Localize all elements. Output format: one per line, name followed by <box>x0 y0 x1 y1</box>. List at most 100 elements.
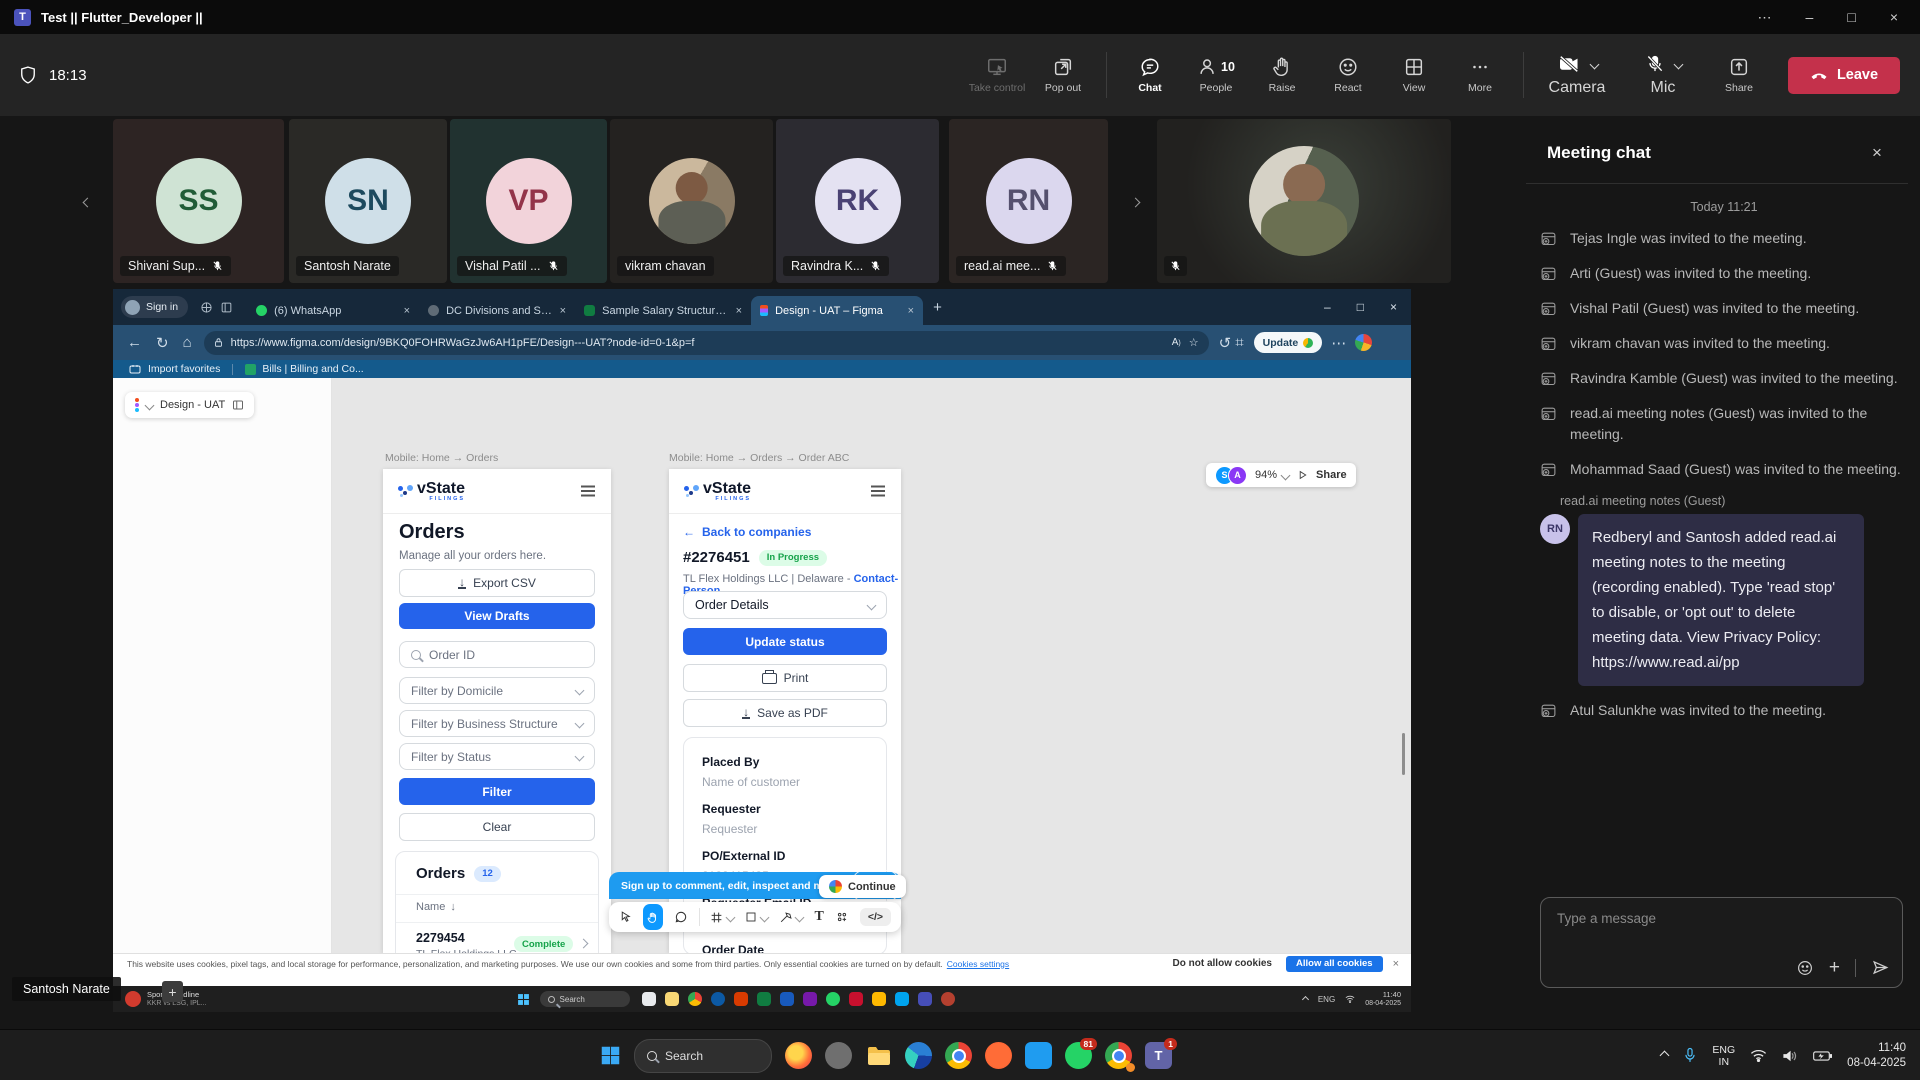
app-icon[interactable] <box>825 1042 852 1069</box>
volume-icon[interactable] <box>1782 1049 1798 1063</box>
camera-button[interactable]: Camera <box>1534 53 1620 97</box>
browser-icon[interactable] <box>1105 1042 1132 1069</box>
view-button[interactable]: View <box>1381 56 1447 94</box>
chat-composer[interactable]: Type a message + <box>1540 897 1903 988</box>
extensions-icon[interactable]: ⌗ <box>1235 334 1243 351</box>
mic-chevron-icon[interactable] <box>1673 59 1683 69</box>
refresh-icon[interactable]: ↻ <box>156 334 169 352</box>
mic-button[interactable]: Mic <box>1620 53 1706 97</box>
filter-button[interactable]: Filter <box>399 778 595 805</box>
hand-tool-icon[interactable] <box>643 904 663 930</box>
scroll-tiles-right-button[interactable] <box>1122 185 1148 219</box>
close-button[interactable]: × <box>1890 9 1898 25</box>
back-icon[interactable]: ← <box>127 334 142 351</box>
frame-tool-icon[interactable] <box>710 911 734 924</box>
browser-minimize-button[interactable]: – <box>1324 300 1331 314</box>
tab-close-icon[interactable]: × <box>908 305 914 317</box>
inner-wifi-icon[interactable] <box>1345 995 1355 1003</box>
browser-signin-button[interactable]: Sign in <box>121 296 188 318</box>
react-button[interactable]: React <box>1315 56 1381 94</box>
leave-button[interactable]: Leave <box>1788 57 1900 94</box>
code-view-toggle[interactable]: </> <box>860 908 891 926</box>
cookie-settings-link[interactable]: Cookies settings <box>947 959 1009 969</box>
browser-tab-dc-divisions[interactable]: DC Divisions and Surroundings × <box>419 296 575 325</box>
maximize-button[interactable]: □ <box>1847 9 1855 25</box>
clear-button[interactable]: Clear <box>399 813 595 841</box>
browser-tab-whatsapp[interactable]: (6) WhatsApp × <box>247 296 419 325</box>
chat-close-icon[interactable]: × <box>1872 143 1882 163</box>
participant-tile[interactable]: vikram chavan <box>610 119 773 283</box>
frame1-breadcrumb[interactable]: Mobile: Home → Orders <box>385 452 498 464</box>
tab-actions-icon[interactable] <box>220 301 233 314</box>
back-to-companies-link[interactable]: ← Back to companies <box>683 525 811 539</box>
filter-status-dropdown[interactable]: Filter by Status <box>399 743 595 770</box>
frame2-breadcrumb[interactable]: Mobile: Home → Orders → Order ABC <box>669 452 849 464</box>
presenter-tag-add-button[interactable]: + <box>162 981 183 1002</box>
news-widget-icon[interactable] <box>125 991 141 1007</box>
shape-tool-icon[interactable] <box>745 911 768 923</box>
order-details-dropdown[interactable]: Order Details <box>683 591 887 619</box>
send-message-icon[interactable] <box>1871 958 1890 977</box>
url-field[interactable]: https://www.figma.com/design/9BKQ0FOHRWa… <box>204 331 1209 355</box>
brave-icon[interactable] <box>985 1042 1012 1069</box>
inner-app-icon[interactable] <box>849 992 863 1006</box>
inner-clock-date[interactable]: 08-04-2025 <box>1365 999 1401 1008</box>
participant-tile[interactable]: SS Shivani Sup... <box>113 119 284 283</box>
chat-button[interactable]: Chat <box>1117 56 1183 94</box>
browser-update-button[interactable]: Update <box>1254 332 1323 353</box>
comment-tool-icon[interactable] <box>674 910 688 924</box>
inner-app-icon[interactable] <box>642 992 656 1006</box>
browser-tab-salary-sheet[interactable]: Sample Salary Structure with calc × <box>575 296 751 325</box>
tab-close-icon[interactable]: × <box>736 305 742 317</box>
figma-share-button[interactable]: Share <box>1316 469 1347 481</box>
inner-app-icon[interactable] <box>734 992 748 1006</box>
chat-message-list[interactable]: Today 11:21 Tejas Ingle was invited to t… <box>1540 200 1908 721</box>
canvas-scrollbar[interactable] <box>1402 733 1405 775</box>
google-continue-button[interactable]: Continue <box>819 875 906 898</box>
whatsapp-icon[interactable]: 81 <box>1065 1042 1092 1069</box>
minimize-button[interactable]: – <box>1806 9 1814 25</box>
print-button[interactable]: Print <box>683 664 887 692</box>
name-column-header[interactable]: Name <box>416 901 445 913</box>
participant-tile[interactable]: RK Ravindra K... <box>776 119 939 283</box>
participant-tile[interactable]: RN read.ai mee... <box>949 119 1108 283</box>
import-favorites-label[interactable]: Import favorites <box>148 363 220 375</box>
save-as-pdf-button[interactable]: ↓ Save as PDF <box>683 699 887 727</box>
vscode-icon[interactable] <box>1025 1042 1052 1069</box>
inner-start-button[interactable] <box>517 993 530 1006</box>
figma-doc-pill[interactable]: Design - UAT <box>125 392 254 418</box>
figma-canvas[interactable]: Design - UAT Mobile: Home → Orders Mobil… <box>113 378 1411 953</box>
tab-workspaces-icon[interactable] <box>200 301 213 314</box>
people-button[interactable]: 10 People <box>1183 56 1249 94</box>
bookmark-label[interactable]: Bills | Billing and Co... <box>262 363 363 375</box>
titlebar-more-icon[interactable]: ⋯ <box>1758 9 1772 26</box>
inner-lang-label[interactable]: ENG <box>1318 995 1335 1004</box>
component-tool-icon[interactable] <box>835 910 849 924</box>
inner-app-icon[interactable] <box>803 992 817 1006</box>
attach-plus-icon[interactable]: + <box>1829 961 1840 975</box>
wifi-icon[interactable] <box>1750 1049 1767 1062</box>
zoom-control[interactable]: 94% <box>1255 469 1289 481</box>
share-button[interactable]: Share <box>1706 56 1772 94</box>
deny-cookies-button[interactable]: Do not allow cookies <box>1173 958 1272 969</box>
emoji-icon[interactable] <box>1796 959 1814 977</box>
browser-profile-icon[interactable] <box>1355 334 1372 351</box>
order-id-search-input[interactable]: Order ID <box>399 641 595 668</box>
file-explorer-icon[interactable] <box>865 1042 892 1069</box>
inner-app-icon[interactable] <box>895 992 909 1006</box>
language-indicator[interactable]: ENGIN <box>1712 1044 1735 1068</box>
hamburger-menu-icon[interactable] <box>871 490 885 492</box>
inner-app-icon[interactable] <box>688 992 702 1006</box>
tab-close-icon[interactable]: × <box>404 305 410 317</box>
read-aloud-icon[interactable]: A) <box>1172 337 1181 348</box>
favorite-star-icon[interactable]: ☆ <box>1189 336 1199 349</box>
present-play-icon[interactable] <box>1297 469 1308 481</box>
inner-app-icon[interactable] <box>665 992 679 1006</box>
battery-icon[interactable] <box>1813 1050 1832 1062</box>
filter-structure-dropdown[interactable]: Filter by Business Structure <box>399 710 595 737</box>
inner-clock-time[interactable]: 11:40 <box>1365 990 1401 999</box>
chrome-icon[interactable] <box>945 1042 972 1069</box>
doc-menu-chevron-icon[interactable] <box>145 400 155 410</box>
hamburger-menu-icon[interactable] <box>581 490 595 492</box>
start-button[interactable] <box>600 1045 621 1066</box>
